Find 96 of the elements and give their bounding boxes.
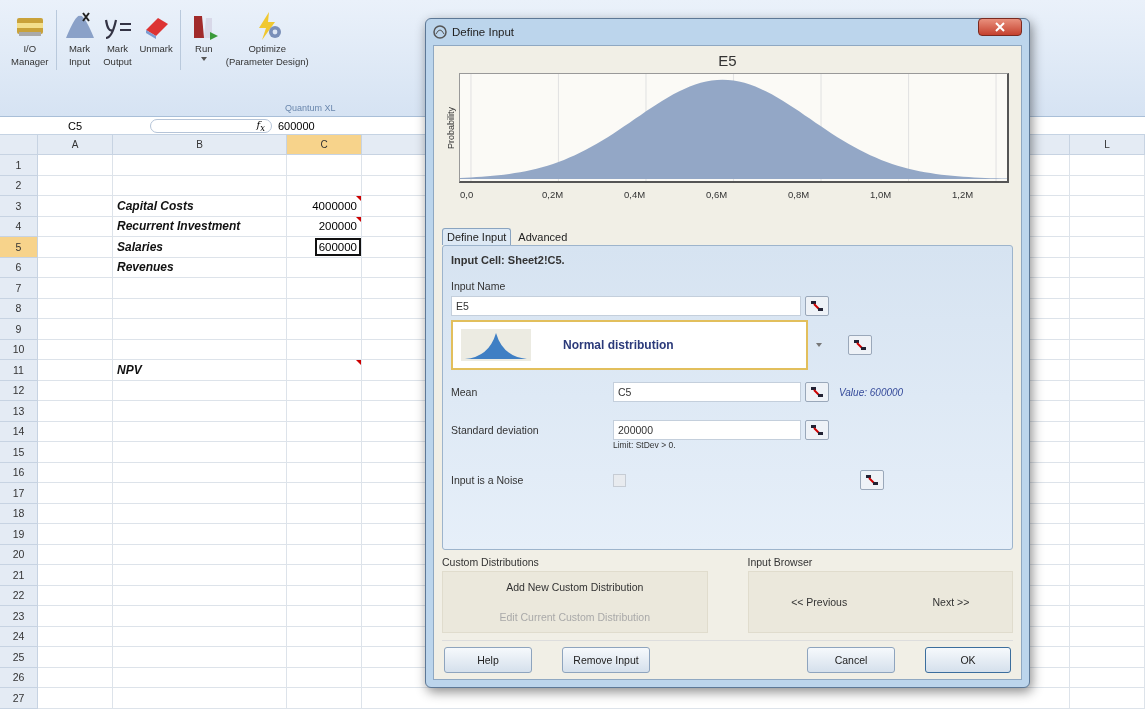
reference-picker-button[interactable] xyxy=(805,420,829,440)
row-header[interactable]: 27 xyxy=(0,688,38,709)
row-header[interactable]: 22 xyxy=(0,585,38,606)
column-header[interactable]: B xyxy=(113,135,287,155)
name-box[interactable]: C5 xyxy=(0,119,150,132)
row-header[interactable]: 11 xyxy=(0,360,38,381)
column-header[interactable]: C xyxy=(287,135,362,155)
axis-tick-label: 1,0M xyxy=(870,189,893,200)
row-header[interactable]: 21 xyxy=(0,565,38,586)
distribution-dropdown[interactable]: Normal distribution xyxy=(451,320,808,370)
cell-reference-icon xyxy=(853,339,867,351)
row-header[interactable]: 17 xyxy=(0,483,38,504)
row-header[interactable]: 1 xyxy=(0,155,38,176)
input-cell-label: Input Cell: Sheet2!C5. xyxy=(451,254,566,266)
table-cell-text: NPV xyxy=(116,362,142,377)
bell-curve-icon xyxy=(461,329,531,361)
row-header[interactable]: 3 xyxy=(0,196,38,217)
ribbon-button[interactable]: Unmark xyxy=(136,10,176,55)
row-header[interactable]: 2 xyxy=(0,175,38,196)
table-cell-text: 4000000 xyxy=(311,198,358,213)
axis-tick-label: 1,2M xyxy=(952,189,975,200)
std-dev-field[interactable]: 200000 xyxy=(613,420,801,440)
formula-field[interactable]: 600000 xyxy=(272,119,315,132)
table-cell-text: Capital Costs xyxy=(116,198,194,213)
group-label: Quantum XL xyxy=(285,103,336,113)
reference-picker-button[interactable] xyxy=(805,296,829,316)
row-header[interactable]: 12 xyxy=(0,380,38,401)
close-button[interactable] xyxy=(978,18,1022,36)
row-header[interactable]: 14 xyxy=(0,421,38,442)
row-header[interactable]: 4 xyxy=(0,216,38,237)
reference-picker-button[interactable] xyxy=(805,382,829,402)
table-cell-text: Recurrent Investment xyxy=(116,219,241,234)
row-header[interactable]: 23 xyxy=(0,606,38,627)
dialog-button[interactable]: Remove Input xyxy=(562,647,650,673)
cell-reference-icon xyxy=(810,300,824,312)
cell-reference-icon xyxy=(810,424,824,436)
row-header[interactable]: 26 xyxy=(0,667,38,688)
ribbon-button[interactable]: I/O Manager xyxy=(8,10,52,68)
reference-picker-button[interactable] xyxy=(848,335,872,355)
row-header[interactable]: 24 xyxy=(0,626,38,647)
column-header[interactable]: L xyxy=(1070,135,1145,155)
axis-tick-label: 0,2M xyxy=(542,189,565,200)
table-cell-text: Salaries xyxy=(116,239,164,254)
dialog-button[interactable]: Help xyxy=(444,647,532,673)
tab[interactable]: Advanced xyxy=(513,228,573,245)
app-icon xyxy=(433,25,447,39)
action-link[interactable]: Add New Custom Distribution xyxy=(503,580,647,594)
row-header[interactable]: 18 xyxy=(0,503,38,524)
table-cell-text: Revenues xyxy=(116,260,174,275)
axis-tick-label: 0,6M xyxy=(706,189,729,200)
row-header[interactable]: 5 xyxy=(0,237,38,258)
cell-reference-icon xyxy=(865,474,879,486)
field-label: Standard deviation xyxy=(451,424,540,436)
axis-label: Probability xyxy=(446,107,456,149)
dialog-button[interactable]: Cancel xyxy=(807,647,895,673)
next-button[interactable]: Next >> xyxy=(929,595,973,609)
row-header[interactable]: 9 xyxy=(0,319,38,340)
group-title: Custom Distributions xyxy=(442,556,540,568)
value-note: Value: 600000 xyxy=(839,386,904,398)
row-header[interactable]: 7 xyxy=(0,278,38,299)
field-label: Mean xyxy=(451,386,479,398)
row-header[interactable]: 19 xyxy=(0,524,38,545)
insert-function-button[interactable]: f$_{x}$ xyxy=(256,118,265,133)
table-cell-text: 200000 xyxy=(317,219,358,234)
cell-reference-icon xyxy=(810,386,824,398)
axis-tick-label: 0,8M xyxy=(788,189,811,200)
row-header[interactable]: 6 xyxy=(0,257,38,278)
mean-field[interactable]: C5 xyxy=(613,382,801,402)
column-header[interactable]: A xyxy=(38,135,113,155)
previous-button[interactable]: << Previous xyxy=(788,595,851,609)
reference-picker-button[interactable] xyxy=(860,470,884,490)
caret-icon xyxy=(816,343,822,347)
group-title: Input Browser xyxy=(747,556,814,568)
dialog-button[interactable]: OK xyxy=(925,647,1011,673)
ribbon-button[interactable]: Mark Output xyxy=(98,10,137,68)
window-title: Define Input xyxy=(452,26,514,38)
row-header[interactable]: 10 xyxy=(0,339,38,360)
row-header[interactable]: 20 xyxy=(0,544,38,565)
row-header[interactable]: 15 xyxy=(0,442,38,463)
ribbon-button[interactable]: Run xyxy=(184,10,223,61)
field-label: Input is a Noise xyxy=(451,474,525,486)
close-icon xyxy=(995,22,1005,32)
row-header[interactable]: 25 xyxy=(0,647,38,668)
limit-hint: Limit: StDev > 0. xyxy=(613,440,677,450)
row-header[interactable]: 13 xyxy=(0,401,38,422)
table-cell: 600000 xyxy=(316,239,359,254)
chart-title: E5 xyxy=(718,52,737,69)
ribbon-button[interactable]: Optimize (Parameter Design) xyxy=(222,10,312,68)
row-header[interactable]: 8 xyxy=(0,298,38,319)
tab[interactable]: Define Input xyxy=(442,228,512,245)
input-name-field[interactable]: E5 xyxy=(451,296,801,316)
field-label: Input Name xyxy=(451,280,507,292)
row-header[interactable]: 16 xyxy=(0,462,38,483)
axis-tick-label: 0,4M xyxy=(624,189,647,200)
ribbon-button[interactable]: Mark Input xyxy=(60,10,99,68)
axis-tick-label: 0,0 xyxy=(460,189,475,200)
